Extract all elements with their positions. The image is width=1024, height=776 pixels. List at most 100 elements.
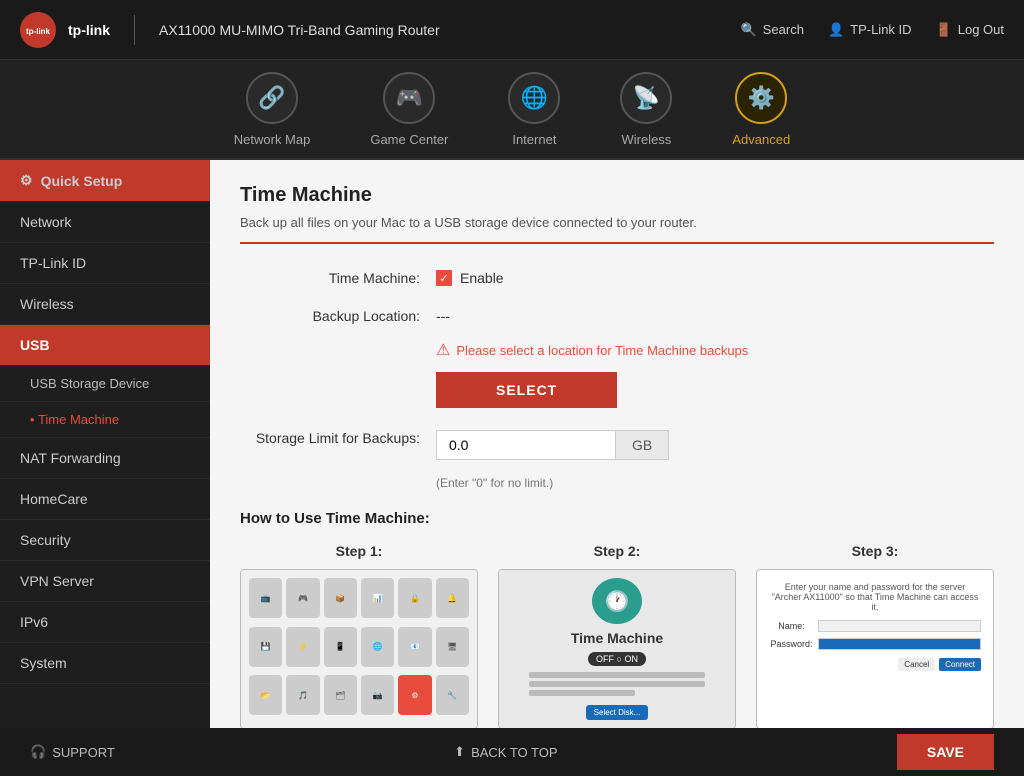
error-icon: ⚠ <box>436 340 450 360</box>
account-button[interactable]: 👤 TP-Link ID <box>828 22 912 38</box>
nav-label-network-map: Network Map <box>234 132 311 147</box>
tm-toggle: OFF ○ ON <box>588 652 646 666</box>
storage-limit-value: GB <box>436 424 669 460</box>
sidebar-item-quick-setup[interactable]: ⚙ Quick Setup <box>0 160 210 202</box>
sidebar-item-security[interactable]: Security <box>0 520 210 561</box>
wireless-icon: 📡 <box>620 72 672 124</box>
storage-input-group: GB <box>436 430 669 460</box>
sidebar-item-usb[interactable]: USB <box>0 325 210 366</box>
logout-button[interactable]: 🚪 Log Out <box>936 22 1004 38</box>
logout-icon: 🚪 <box>936 22 952 38</box>
main-layout: ⚙ Quick Setup Network TP-Link ID Wireles… <box>0 160 1024 728</box>
support-label: SUPPORT <box>52 745 115 760</box>
connect-btn-mockup: Connect <box>939 658 981 671</box>
step-2-image: 🕐 Time Machine OFF ○ ON Select Disk... <box>498 569 736 728</box>
sidebar-item-vpn-server[interactable]: VPN Server <box>0 561 210 602</box>
nav-item-internet[interactable]: 🌐 Internet <box>508 72 560 147</box>
select-disk-btn-mockup: Select Disk... <box>586 705 649 720</box>
error-message: ⚠ Please select a location for Time Mach… <box>436 340 994 360</box>
sidebar-item-system[interactable]: System <box>0 643 210 684</box>
logout-label: Log Out <box>958 22 1004 37</box>
sidebar-subitem-usb-storage[interactable]: USB Storage Device <box>0 366 210 402</box>
sidebar-label-usb-storage: USB Storage Device <box>30 376 149 391</box>
save-button[interactable]: SAVE <box>897 734 994 770</box>
tp-link-logo: tp-link <box>20 12 56 48</box>
sidebar-label-usb: USB <box>20 337 50 353</box>
header-right: 🔍 Search 👤 TP-Link ID 🚪 Log Out <box>741 22 1004 38</box>
step-1-label: Step 1: <box>240 543 478 559</box>
nav-label-internet: Internet <box>512 132 556 147</box>
page-description: Back up all files on your Mac to a USB s… <box>240 215 994 244</box>
header-divider <box>134 15 135 45</box>
headset-icon: 🎧 <box>30 744 46 760</box>
tm-backup-lines <box>529 672 705 699</box>
tm-clock-icon: 🕐 <box>592 578 642 624</box>
bottom-bar: 🎧 SUPPORT ⬆ BACK TO TOP SAVE <box>0 728 1024 776</box>
steps-row: Step 1: 📺 🎮 📦 📊 🔒 🔔 💾 ⚡ 📱 🌐 📧 <box>240 543 994 728</box>
step1-icon-9: 📱 <box>324 627 357 667</box>
brand-name: tp-link <box>68 22 110 38</box>
sidebar-label-system: System <box>20 655 67 671</box>
step-3-image: Enter your name and password for the ser… <box>756 569 994 728</box>
sidebar-item-nat-forwarding[interactable]: NAT Forwarding <box>0 438 210 479</box>
enable-label: Enable <box>460 270 504 286</box>
nav-label-wireless: Wireless <box>621 132 671 147</box>
sidebar-item-wireless[interactable]: Wireless <box>0 284 210 325</box>
sidebar-item-network[interactable]: Network <box>0 202 210 243</box>
step-1: Step 1: 📺 🎮 📦 📊 🔒 🔔 💾 ⚡ 📱 🌐 📧 <box>240 543 478 728</box>
page-title: Time Machine <box>240 184 994 207</box>
search-icon: 🔍 <box>741 22 757 38</box>
advanced-icon: ⚙️ <box>735 72 787 124</box>
back-to-top-label: BACK TO TOP <box>471 745 557 760</box>
game-center-icon: 🎮 <box>383 72 435 124</box>
storage-unit: GB <box>616 430 669 460</box>
storage-limit-input[interactable] <box>436 430 616 460</box>
search-label: Search <box>763 22 804 37</box>
time-machine-label: Time Machine: <box>240 264 420 286</box>
arrow-up-icon: ⬆ <box>454 744 465 760</box>
backup-location-row: Backup Location: --- <box>240 302 994 324</box>
select-button[interactable]: SELECT <box>436 372 617 408</box>
step1-icon-14: 🎵 <box>286 675 319 715</box>
sidebar-label-quick-setup: Quick Setup <box>41 173 123 189</box>
nav-item-network-map[interactable]: 🔗 Network Map <box>234 72 311 147</box>
backup-location-value: --- <box>436 302 450 324</box>
svg-text:tp-link: tp-link <box>26 26 51 35</box>
step1-icon-highlight: ⚙ <box>398 675 431 715</box>
enable-checkbox[interactable]: ✓ <box>436 270 452 286</box>
step1-icon-3: 📦 <box>324 578 357 618</box>
sidebar-label-tp-link-id: TP-Link ID <box>20 255 86 271</box>
sidebar-label-homecare: HomeCare <box>20 491 88 507</box>
sidebar-item-tp-link-id[interactable]: TP-Link ID <box>0 243 210 284</box>
internet-icon: 🌐 <box>508 72 560 124</box>
step1-icon-15: 🗂 <box>324 675 357 715</box>
sidebar-subitem-time-machine[interactable]: Time Machine <box>0 402 210 438</box>
header: tp-link tp-link AX11000 MU-MIMO Tri-Band… <box>0 0 1024 60</box>
step-1-image: 📺 🎮 📦 📊 🔒 🔔 💾 ⚡ 📱 🌐 📧 🖥 📂 🎵 <box>240 569 478 728</box>
sidebar: ⚙ Quick Setup Network TP-Link ID Wireles… <box>0 160 210 728</box>
time-machine-value: ✓ Enable <box>436 264 504 286</box>
backup-location-label: Backup Location: <box>240 302 420 324</box>
step1-icon-16: 📷 <box>361 675 394 715</box>
step-2: Step 2: 🕐 Time Machine OFF ○ ON Select D… <box>498 543 736 728</box>
storage-hint: (Enter "0" for no limit.) <box>436 476 994 490</box>
time-machine-row: Time Machine: ✓ Enable <box>240 264 994 286</box>
nav-item-wireless[interactable]: 📡 Wireless <box>620 72 672 147</box>
router-model: AX11000 MU-MIMO Tri-Band Gaming Router <box>159 22 440 38</box>
nav-item-game-center[interactable]: 🎮 Game Center <box>370 72 448 147</box>
nav-bar: 🔗 Network Map 🎮 Game Center 🌐 Internet 📡… <box>0 60 1024 160</box>
step1-icon-18: 🔧 <box>436 675 469 715</box>
step-3: Step 3: Enter your name and password for… <box>756 543 994 728</box>
back-to-top-button[interactable]: ⬆ BACK TO TOP <box>454 744 557 760</box>
step-2-label: Step 2: <box>498 543 736 559</box>
sidebar-label-nat-forwarding: NAT Forwarding <box>20 450 121 466</box>
how-to-title: How to Use Time Machine: <box>240 510 994 527</box>
nav-item-advanced[interactable]: ⚙️ Advanced <box>732 72 790 147</box>
sidebar-item-ipv6[interactable]: IPv6 <box>0 602 210 643</box>
content-area: Time Machine Back up all files on your M… <box>210 160 1024 728</box>
step1-icon-2: 🎮 <box>286 578 319 618</box>
step1-icon-13: 📂 <box>249 675 282 715</box>
sidebar-label-security: Security <box>20 532 71 548</box>
search-button[interactable]: 🔍 Search <box>741 22 804 38</box>
sidebar-item-homecare[interactable]: HomeCare <box>0 479 210 520</box>
